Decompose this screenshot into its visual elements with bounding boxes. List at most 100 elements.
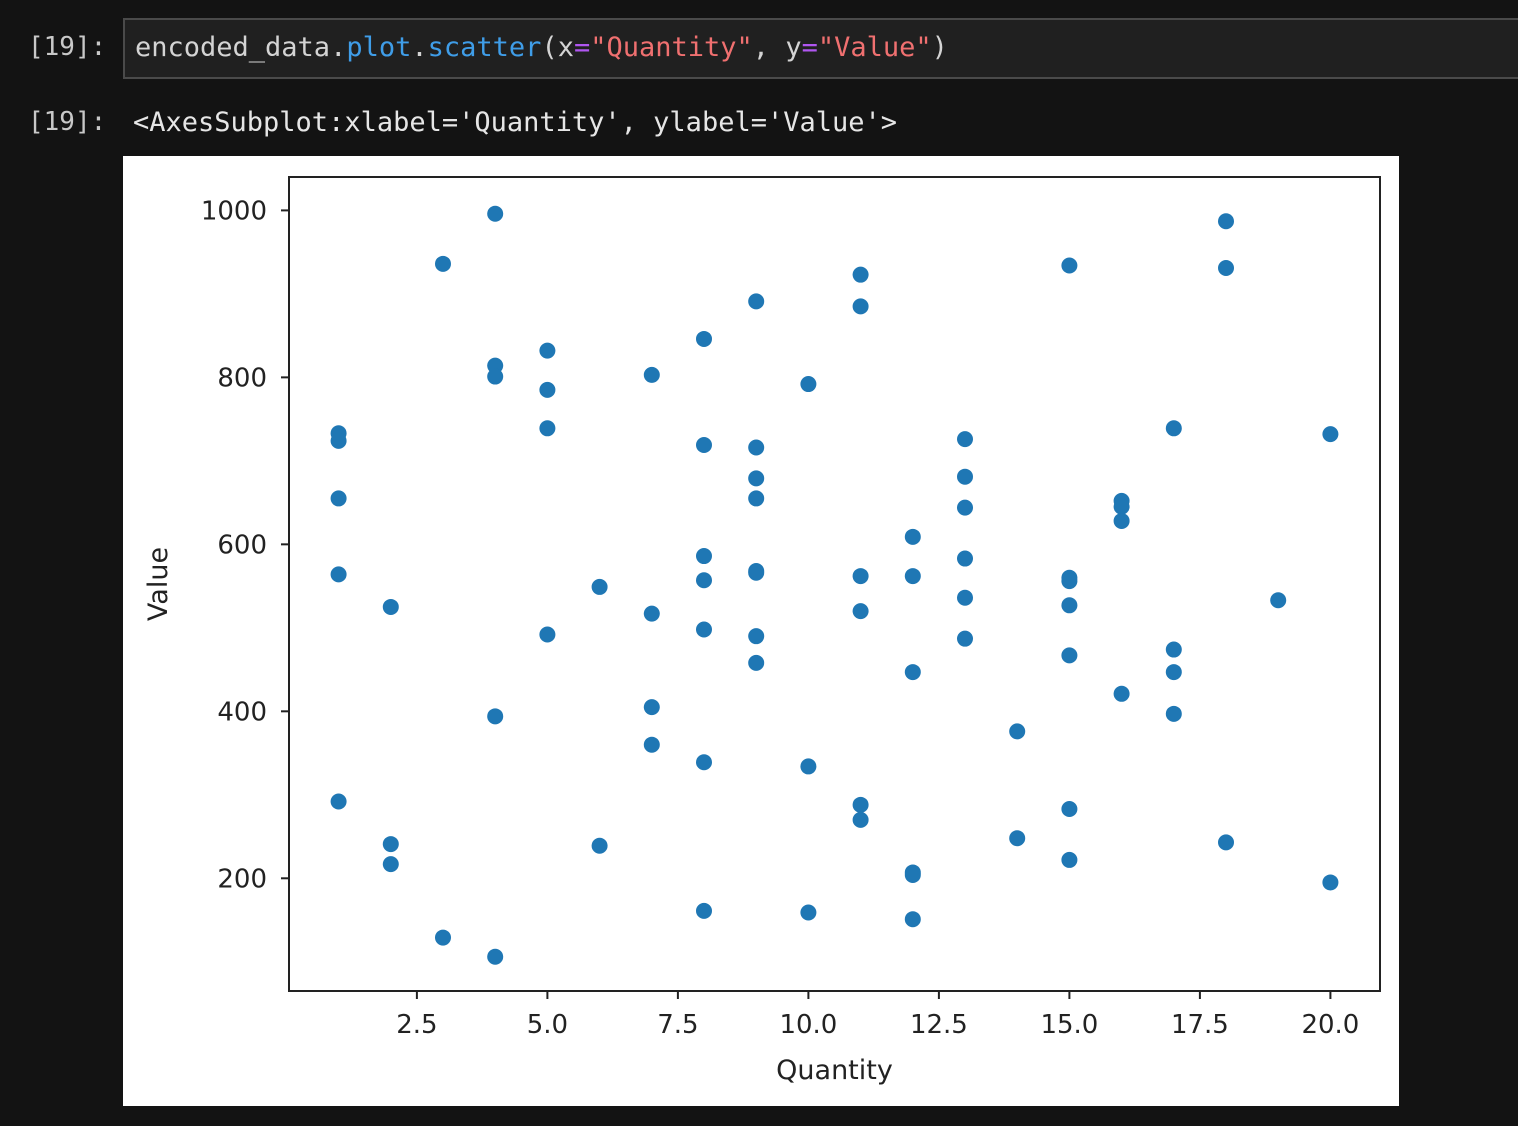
- scatter-point: [643, 366, 660, 383]
- scatter-point: [434, 929, 451, 946]
- scatter-point: [1061, 573, 1078, 590]
- scatter-point: [1009, 723, 1026, 740]
- scatter-point: [539, 342, 556, 359]
- code-dot: .: [411, 32, 428, 63]
- input-prompt: [19]:: [28, 32, 107, 62]
- code-method-scatter: scatter: [427, 32, 542, 63]
- scatter-point: [1061, 647, 1078, 664]
- scatter-point: [957, 589, 974, 606]
- scatter-point: [748, 490, 765, 507]
- scatter-point: [957, 550, 974, 567]
- x-tick-label: 5.0: [527, 1010, 568, 1040]
- scatter-point: [487, 205, 504, 222]
- scatter-point: [748, 439, 765, 456]
- code-line: encoded_data.plot.scatter(x="Quantity", …: [135, 32, 948, 63]
- scatter-point: [695, 572, 712, 589]
- scatter-point: [434, 255, 451, 272]
- code-method-plot: plot: [346, 32, 412, 63]
- y-tick-label: 800: [217, 363, 267, 393]
- scatter-point: [748, 293, 765, 310]
- plot-output: 2.5 5.0 7.5 10.0 12.5 15.0 17.5 20.0 200 400 600 8…: [123, 156, 1399, 1106]
- code-dot: .: [330, 32, 347, 63]
- x-tick-label: 15.0: [1040, 1010, 1098, 1040]
- scatter-point: [1061, 597, 1078, 614]
- y-axis: 200 400 600 800 1000: [201, 196, 289, 894]
- x-axis: 2.5 5.0 7.5 10.0 12.5 15.0 17.5 20.0: [396, 991, 1359, 1040]
- scatter-point: [1165, 664, 1182, 681]
- x-tick-label: 2.5: [396, 1010, 437, 1040]
- x-tick-label: 12.5: [910, 1010, 968, 1040]
- scatter-point: [957, 468, 974, 485]
- scatter-point: [330, 566, 347, 583]
- scatter-point: [1061, 257, 1078, 274]
- code-object: encoded_data: [135, 32, 331, 63]
- scatter-point: [1113, 685, 1130, 702]
- scatter-point: [1270, 592, 1287, 609]
- scatter-point: [695, 548, 712, 565]
- scatter-point: [695, 330, 712, 347]
- scatter-point: [957, 499, 974, 516]
- scatter-point: [800, 758, 817, 775]
- scatter-point: [643, 605, 660, 622]
- scatter-point: [852, 568, 869, 585]
- scatter-point: [591, 578, 608, 595]
- scatter-point: [748, 564, 765, 581]
- scatter-point: [330, 490, 347, 507]
- scatter-point: [643, 699, 660, 716]
- scatter-point: [852, 603, 869, 620]
- scatter-point: [1322, 874, 1339, 891]
- scatter-point: [957, 630, 974, 647]
- code-separator: ,: [752, 32, 786, 63]
- scatter-point: [1165, 641, 1182, 658]
- scatter-point: [904, 568, 921, 585]
- scatter-point: [852, 298, 869, 315]
- scatter-point: [539, 420, 556, 437]
- code-operator: =: [801, 32, 818, 63]
- scatter-point: [382, 598, 399, 615]
- scatter-point: [643, 736, 660, 753]
- scatter-point: [852, 266, 869, 283]
- scatter-point: [1009, 830, 1026, 847]
- scatter-point: [487, 368, 504, 385]
- x-tick-label: 17.5: [1171, 1010, 1229, 1040]
- scatter-point: [852, 811, 869, 828]
- scatter-point: [1061, 800, 1078, 817]
- y-tick-label: 600: [217, 530, 267, 560]
- scatter-point: [1061, 851, 1078, 868]
- scatter-point: [539, 626, 556, 643]
- scatter-point: [904, 866, 921, 883]
- scatter-points: [330, 205, 1339, 965]
- scatter-point: [904, 664, 921, 681]
- scatter-point: [852, 796, 869, 813]
- code-operator: =: [573, 32, 591, 63]
- scatter-point: [904, 528, 921, 545]
- y-tick-label: 400: [217, 697, 267, 727]
- scatter-point: [1113, 512, 1130, 529]
- x-tick-label: 7.5: [657, 1010, 698, 1040]
- axes-frame: [288, 176, 1381, 992]
- y-axis-label: Value: [143, 547, 174, 621]
- scatter-point: [957, 431, 974, 448]
- scatter-point: [1322, 426, 1339, 443]
- output-prompt: [19]:: [28, 107, 107, 137]
- scatter-point: [539, 381, 556, 398]
- scatter-point: [382, 856, 399, 873]
- scatter-point: [800, 376, 817, 393]
- scatter-chart: 2.5 5.0 7.5 10.0 12.5 15.0 17.5 20.0 200 400 600 8…: [143, 176, 1381, 1086]
- scatter-point: [695, 621, 712, 638]
- code-cell-editor[interactable]: encoded_data.plot.scatter(x="Quantity", …: [123, 18, 1518, 79]
- scatter-point: [487, 948, 504, 965]
- x-tick-label: 10.0: [779, 1010, 837, 1040]
- code-arg-name: x: [557, 32, 574, 63]
- scatter-point: [382, 836, 399, 853]
- scatter-point: [904, 911, 921, 928]
- scatter-point: [695, 436, 712, 453]
- scatter-point: [1165, 420, 1182, 437]
- scatter-point: [748, 470, 765, 487]
- output-text: <AxesSubplot:xlabel='Quantity', ylabel='…: [133, 107, 898, 138]
- scatter-point: [330, 793, 347, 810]
- code-paren: ): [931, 32, 948, 63]
- code-paren: (: [541, 32, 558, 63]
- scatter-point: [695, 754, 712, 771]
- scatter-point: [487, 708, 504, 725]
